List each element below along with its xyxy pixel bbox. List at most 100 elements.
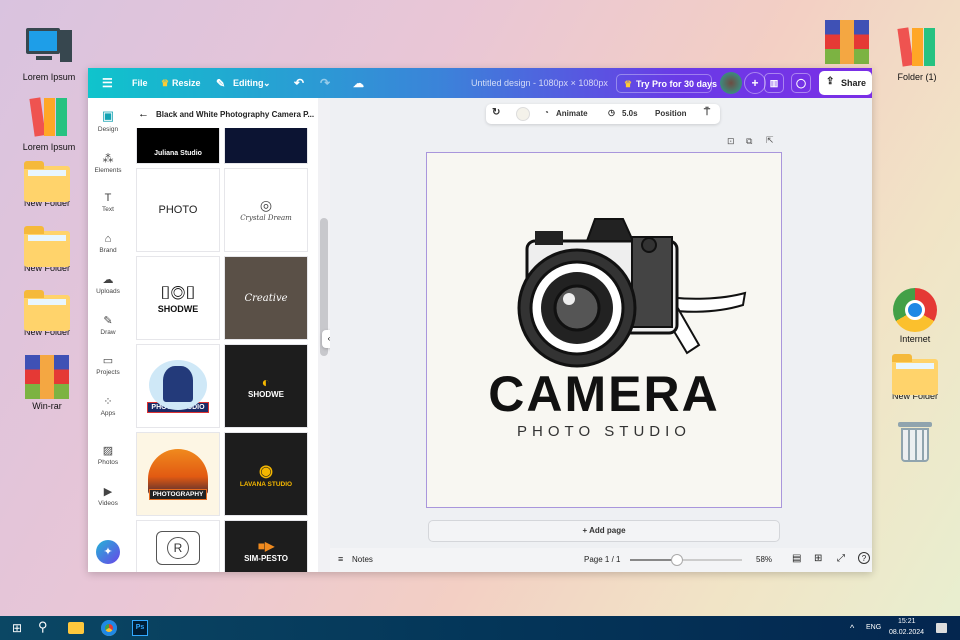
clock-time[interactable]: 15:21: [898, 618, 916, 625]
text-icon: T: [104, 192, 112, 204]
folder-icon: [24, 290, 70, 331]
insights-icon[interactable]: ▥: [764, 73, 784, 93]
desktop-icon-computer[interactable]: Lorem Ipsum: [16, 26, 82, 82]
winrar-icon: [825, 20, 869, 64]
notes-button[interactable]: Notes: [352, 555, 373, 564]
undo-icon[interactable]: ↶: [294, 76, 304, 90]
desktop-icon-folder-1[interactable]: Folder (1): [884, 26, 950, 82]
rail-item-videos[interactable]: ▶ Videos: [88, 485, 128, 507]
template-thumb[interactable]: ◎ Crystal Dream: [224, 168, 308, 252]
template-thumb[interactable]: ■▶ SIM-PESTO: [224, 520, 308, 572]
rail-item-apps[interactable]: ⁘ Apps: [88, 395, 128, 417]
rail-item-design[interactable]: ▣ Design: [88, 108, 128, 133]
canva-window: ☰ File ♛ Resize ✎ Editing ⌄ ↶ ↷ ☁ Untitl…: [88, 68, 872, 572]
editing-dropdown[interactable]: Editing: [233, 78, 264, 88]
template-thumb[interactable]: ◉ LAVANA STUDIO: [224, 432, 308, 516]
recycle-bin-icon: [898, 420, 932, 464]
chevron-down-icon[interactable]: ⌄: [263, 78, 271, 89]
redo-icon[interactable]: ↷: [320, 76, 330, 90]
rail-item-text[interactable]: T Text: [88, 192, 128, 213]
rail-item-projects[interactable]: ▭ Projects: [88, 354, 128, 376]
notes-icon: ≡: [338, 554, 344, 564]
headline-text[interactable]: CAMERA: [427, 365, 781, 423]
template-thumb[interactable]: Juliana Studio: [136, 128, 220, 164]
template-thumb[interactable]: [224, 128, 308, 164]
design-page[interactable]: CAMERA PHOTO STUDIO: [426, 152, 782, 508]
template-thumb[interactable]: ⌷◎⌷ SHODWE: [136, 256, 220, 340]
photoshop-icon[interactable]: Ps: [132, 620, 148, 636]
share-icon: ⇪: [826, 76, 835, 87]
desktop-icon-winrar[interactable]: [814, 20, 880, 66]
desktop-icon-folder[interactable]: New Folder: [14, 225, 80, 273]
apps-icon: ⁘: [103, 396, 113, 408]
desktop-icon-folder[interactable]: New Folder: [14, 160, 80, 208]
top-bar: ☰ File ♛ Resize ✎ Editing ⌄ ↶ ↷ ☁ Untitl…: [88, 68, 872, 98]
templates-panel: ← Black and White Photography Camera P..…: [128, 98, 330, 572]
avatar[interactable]: [720, 72, 742, 94]
desktop-icon-binders[interactable]: Lorem Ipsum: [16, 96, 82, 152]
language-indicator[interactable]: ENG: [866, 624, 881, 631]
chrome-taskbar-icon[interactable]: [101, 620, 117, 636]
lock-icon[interactable]: ⊡: [727, 136, 735, 147]
resize-button[interactable]: Resize: [172, 78, 201, 88]
file-menu[interactable]: File: [132, 78, 148, 88]
design-icon: ▣: [101, 108, 115, 123]
magic-assistant-button[interactable]: ✦: [96, 540, 120, 564]
canvas-area: ↻ ◔ Animate ◷ 5.0s Position ⍑ ⊡ ⧉ ⇱ CAME…: [330, 98, 872, 548]
add-page-button[interactable]: + Add page: [428, 520, 780, 542]
tray-chevron-icon[interactable]: ^: [850, 623, 854, 633]
comment-icon[interactable]: ◯: [791, 73, 811, 93]
duplicate-icon[interactable]: ⧉: [746, 136, 752, 147]
template-thumb[interactable]: Creative: [224, 256, 308, 340]
rail-item-elements[interactable]: ⁂ Elements: [88, 152, 128, 174]
zoom-level[interactable]: 58%: [756, 555, 772, 564]
chrome-icon: [892, 288, 938, 332]
desktop-icon-internet[interactable]: Internet: [882, 288, 948, 344]
notifications-icon[interactable]: [936, 623, 947, 633]
replace-icon[interactable]: ↻: [492, 107, 500, 118]
duration-button[interactable]: 5.0s: [622, 109, 638, 118]
menu-icon[interactable]: ☰: [102, 76, 113, 90]
paint-roller-icon[interactable]: ⍑: [704, 107, 710, 118]
page-indicator[interactable]: Page 1 / 1: [584, 555, 620, 564]
desktop-icon-folder[interactable]: New Folder: [882, 353, 948, 401]
template-thumb[interactable]: ◐ SHODWE: [224, 344, 308, 428]
brand-icon: ⌂: [104, 233, 112, 245]
rail-item-uploads[interactable]: ☁ Uploads: [88, 273, 128, 295]
grid-view-icon[interactable]: ⊞: [814, 553, 822, 564]
add-collaborator-button[interactable]: +: [744, 72, 766, 94]
desktop-icon-winrar[interactable]: Win-rar: [14, 355, 80, 411]
desktop-icon-folder[interactable]: New Folder: [14, 289, 80, 337]
help-icon[interactable]: ?: [858, 552, 870, 564]
template-thumb[interactable]: PHOTO STUDIO: [136, 344, 220, 428]
color-swatch[interactable]: [516, 107, 530, 121]
back-arrow-icon[interactable]: ←: [138, 108, 149, 120]
cloud-sync-icon[interactable]: ☁: [353, 77, 364, 90]
search-icon[interactable]: ⚲: [38, 619, 48, 635]
desktop-icon-recycle-bin[interactable]: [882, 420, 948, 466]
zoom-slider[interactable]: [630, 554, 742, 566]
template-thumb[interactable]: PHOTOGRAPHY: [136, 432, 220, 516]
windows-start-icon[interactable]: ⊞: [12, 621, 22, 635]
subline-text[interactable]: PHOTO STUDIO: [427, 423, 781, 440]
elements-icon: ⁂: [102, 153, 114, 165]
file-explorer-icon[interactable]: [68, 622, 84, 634]
template-thumb[interactable]: PHOTO: [136, 168, 220, 252]
try-pro-button[interactable]: ♛ Try Pro for 30 days: [616, 74, 717, 93]
draw-icon: ✎: [103, 315, 113, 327]
share-button[interactable]: ⇪ Share: [819, 71, 872, 95]
clock-date[interactable]: 08.02.2024: [889, 629, 924, 636]
rail-item-photos[interactable]: ▨ Photos: [88, 444, 128, 466]
design-title[interactable]: Untitled design - 1080px × 1080px: [471, 78, 608, 88]
rail-item-brand[interactable]: ⌂ Brand: [88, 233, 128, 254]
template-thumb[interactable]: R: [136, 520, 220, 572]
add-icon[interactable]: ⇱: [766, 135, 774, 146]
pencil-icon: ✎: [216, 77, 226, 90]
fullscreen-icon[interactable]: ⤢: [837, 553, 845, 564]
pages-view-icon[interactable]: ▤: [792, 553, 801, 564]
animate-button[interactable]: Animate: [556, 109, 588, 118]
folder-icon: [24, 161, 70, 202]
position-button[interactable]: Position: [655, 109, 687, 118]
projects-icon: ▭: [102, 355, 114, 367]
rail-item-draw[interactable]: ✎ Draw: [88, 314, 128, 336]
